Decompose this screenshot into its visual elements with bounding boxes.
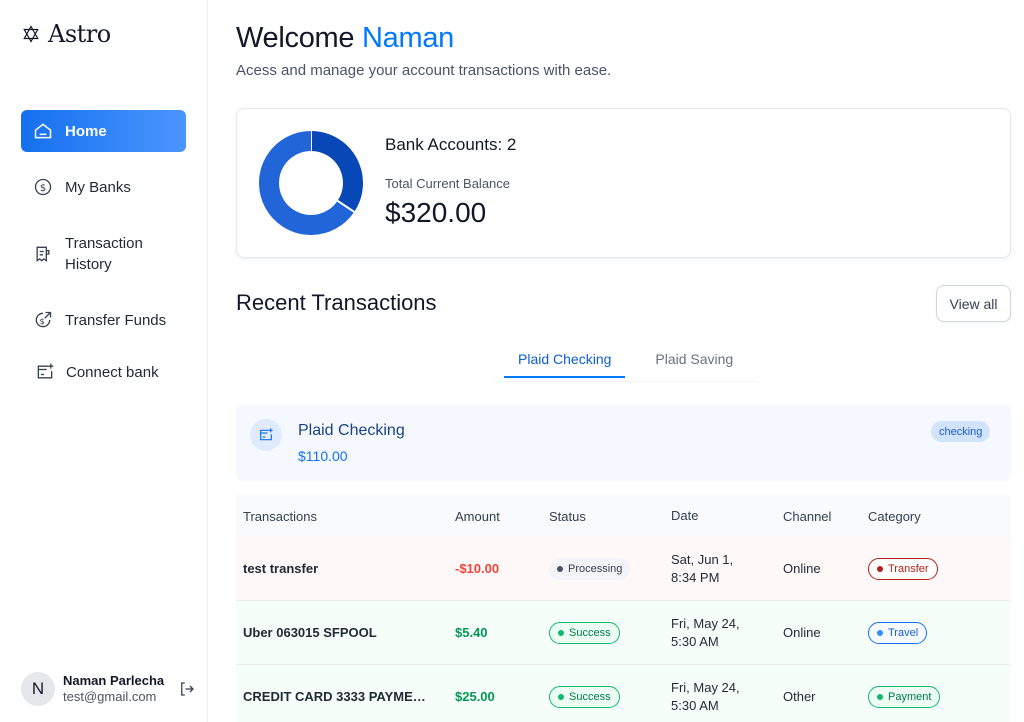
- category-dot: [877, 629, 883, 636]
- category-label: Travel: [888, 626, 919, 639]
- sidebar-item-label: My Banks: [65, 178, 131, 196]
- bank-accounts-count: Bank Accounts: 2: [385, 135, 517, 154]
- transaction-amount: $25.00: [455, 689, 495, 704]
- sidebar-item-label: Transaction History: [65, 235, 143, 273]
- transaction-amount: -$10.00: [455, 561, 500, 576]
- bank-tabs: Plaid Checking Plaid Saving: [494, 340, 758, 382]
- category-dot: [877, 693, 883, 700]
- column-header-category: Category: [868, 508, 921, 524]
- category-badge: Payment: [868, 685, 941, 708]
- status-label: Success: [569, 690, 611, 703]
- time-line: 5:30 AM: [671, 697, 719, 713]
- table-row[interactable]: CREDIT CARD 3333 PAYMENT *// $25.00 Succ…: [236, 665, 1011, 722]
- transaction-name: Uber 063015 SFPOOL: [243, 625, 377, 640]
- logout-icon[interactable]: [178, 680, 196, 698]
- dollar-circle-icon: $: [33, 177, 53, 197]
- view-all-button[interactable]: View all: [936, 285, 1011, 322]
- category-badge: Travel: [868, 621, 928, 644]
- date-line: Sat, Jun 1,: [671, 551, 734, 567]
- money-send-icon: $: [33, 310, 53, 330]
- total-balance-label: Total Current Balance: [385, 176, 511, 191]
- transaction-date: Fri, May 24, 5:30 AM: [671, 679, 783, 715]
- tab-plaid-checking[interactable]: Plaid Checking: [504, 340, 626, 378]
- sidebar-item-label: Home: [65, 122, 107, 140]
- time-line: 5:30 AM: [671, 633, 719, 649]
- category-label: Payment: [888, 690, 932, 703]
- status-badge: Processing: [549, 557, 631, 580]
- sidebar: Astro Home $ My Banks Transaction Histor…: [0, 0, 208, 722]
- total-balance-value: $320.00: [385, 197, 487, 228]
- user-profile: N Naman Parlecha test@gmail.com: [21, 672, 196, 706]
- category-label: Transfer: [888, 562, 929, 575]
- welcome-prefix: Welcome: [236, 22, 355, 54]
- user-email: test@gmail.com: [63, 689, 157, 704]
- user-first-name: Naman: [362, 22, 454, 54]
- sidebar-item-label: Transfer Funds: [65, 311, 167, 329]
- status-dot: [558, 693, 564, 700]
- table-row[interactable]: Uber 063015 SFPOOL $5.40 Success Fri, Ma…: [236, 601, 1011, 665]
- column-header-channel: Channel: [783, 508, 832, 524]
- status-badge: Success: [549, 621, 620, 644]
- sidebar-item-my-banks[interactable]: $ My Banks: [21, 166, 186, 208]
- bank-info-card[interactable]: Plaid Checking $110.00 checking: [236, 405, 1011, 481]
- transaction-name: CREDIT CARD 3333 PAYMENT *//: [243, 689, 428, 704]
- recent-transactions-title: Recent Transactions: [236, 290, 437, 315]
- column-header-transactions: Transactions: [243, 508, 317, 524]
- status-dot: [558, 629, 564, 636]
- tab-plaid-saving[interactable]: Plaid Saving: [641, 340, 747, 378]
- table-row[interactable]: test transfer -$10.00 Processing Sat, Ju…: [236, 537, 1011, 601]
- home-icon: [33, 121, 53, 141]
- date-line: Fri, May 24,: [671, 679, 740, 695]
- connect-bank-icon: [35, 362, 55, 382]
- connect-bank-icon: [250, 419, 282, 451]
- total-balance-card: Bank Accounts: 2 Total Current Balance $…: [236, 108, 1011, 258]
- status-badge: Success: [549, 685, 620, 708]
- column-header-date: Date: [671, 508, 699, 523]
- column-header-status: Status: [549, 508, 586, 524]
- date-line: Fri, May 24,: [671, 615, 740, 631]
- bank-name: Plaid Checking: [298, 422, 405, 439]
- user-name: Naman Parlecha: [63, 673, 165, 688]
- balance-donut-chart: [259, 131, 363, 235]
- category-dot: [877, 565, 883, 572]
- status-label: Processing: [568, 562, 623, 575]
- star-of-david-icon: [23, 25, 39, 43]
- time-line: 8:34 PM: [671, 569, 720, 585]
- account-type-badge: checking: [931, 421, 991, 442]
- logo-text: Astro: [48, 20, 111, 48]
- status-label: Success: [569, 626, 611, 639]
- sidebar-item-transfer-funds[interactable]: $ Transfer Funds: [21, 299, 186, 341]
- page-title: Welcome Naman: [236, 22, 454, 55]
- sidebar-item-connect-bank[interactable]: Connect bank: [21, 351, 186, 393]
- status-dot: [557, 565, 563, 572]
- transaction-date: Fri, May 24, 5:30 AM: [671, 615, 783, 651]
- main-content: Welcome Naman Acess and manage your acco…: [236, 0, 1012, 722]
- avatar[interactable]: N: [21, 672, 55, 706]
- bank-balance: $110.00: [298, 448, 348, 464]
- transaction-date: Sat, Jun 1, 8:34 PM: [671, 551, 783, 587]
- sidebar-item-home[interactable]: Home: [21, 110, 186, 152]
- transaction-channel: Online: [783, 561, 821, 576]
- table-header: Transactions Amount Status Date Channel …: [236, 495, 1011, 537]
- category-badge: Transfer: [868, 557, 938, 580]
- page-subtitle: Acess and manage your account transactio…: [236, 62, 612, 79]
- transaction-name: test transfer: [243, 561, 319, 576]
- column-header-amount: Amount: [455, 508, 500, 524]
- transaction-amount: $5.40: [455, 625, 488, 640]
- sidebar-item-transaction-history[interactable]: Transaction History: [21, 232, 186, 276]
- sidebar-item-label: Connect bank: [66, 363, 159, 381]
- transactions-table: Transactions Amount Status Date Channel …: [236, 495, 1011, 722]
- transaction-channel: Online: [783, 625, 821, 640]
- receipt-icon: [33, 244, 53, 264]
- svg-text:$: $: [40, 316, 45, 326]
- svg-text:$: $: [40, 183, 46, 194]
- logo[interactable]: Astro: [22, 20, 111, 48]
- donut-slice-0: [310, 131, 363, 212]
- transaction-channel: Other: [783, 689, 816, 704]
